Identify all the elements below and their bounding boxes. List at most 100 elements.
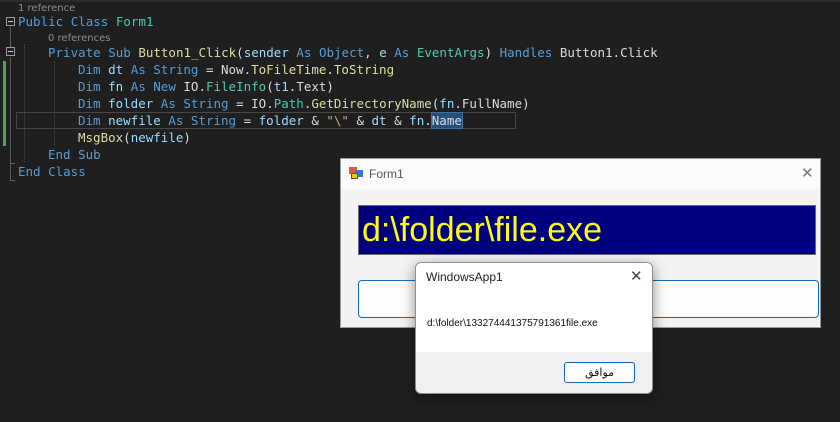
token: IO bbox=[183, 79, 199, 94]
token: ) bbox=[484, 45, 500, 60]
token: Dim bbox=[78, 79, 109, 94]
token: Button1_Click bbox=[138, 45, 237, 60]
token: folder bbox=[258, 113, 304, 128]
token: fn bbox=[439, 96, 455, 111]
token: ( bbox=[236, 45, 244, 60]
token: Handles bbox=[499, 45, 560, 60]
close-icon[interactable]: ✕ bbox=[801, 166, 814, 181]
token: . bbox=[243, 62, 252, 77]
token: GetDirectoryName bbox=[311, 96, 432, 111]
token: Public bbox=[18, 14, 71, 29]
token: ) bbox=[326, 79, 334, 94]
token: & bbox=[348, 113, 372, 128]
token: dt bbox=[371, 113, 387, 128]
token: Dim bbox=[78, 96, 109, 111]
token: As bbox=[168, 113, 191, 128]
message-box-body: d:\folder\133274441375791361file.exe bbox=[416, 292, 652, 352]
fold-line-class bbox=[10, 27, 11, 47]
fold-toggle-class[interactable] bbox=[6, 17, 15, 26]
token: Dim bbox=[78, 113, 109, 128]
token: Form1 bbox=[115, 14, 154, 29]
token: dt bbox=[108, 62, 131, 77]
token: Sub bbox=[108, 45, 139, 60]
token: e bbox=[379, 45, 395, 60]
token: . bbox=[198, 79, 206, 94]
token: Class bbox=[70, 14, 116, 29]
token: . bbox=[424, 113, 432, 128]
token: As bbox=[296, 45, 319, 60]
message-box-titlebar[interactable]: WindowsApp1 ✕ bbox=[416, 263, 652, 292]
code-line-2[interactable]: Private Sub Button1_Click(sender As Obje… bbox=[48, 44, 658, 61]
token: EventArgs bbox=[416, 45, 485, 60]
token: MsgBox bbox=[78, 130, 124, 145]
form1-title: Form1 bbox=[369, 167, 404, 181]
code-line-9[interactable]: End Class bbox=[18, 163, 86, 180]
token: Text bbox=[296, 79, 327, 94]
token: ) bbox=[522, 96, 530, 111]
change-indicator bbox=[3, 61, 6, 146]
code-line-3[interactable]: Dim dt As String = Now.ToFileTime.ToStri… bbox=[78, 61, 394, 78]
token: newfile bbox=[108, 113, 169, 128]
fold-toggle-sub[interactable] bbox=[6, 47, 15, 56]
token: Sub bbox=[78, 147, 101, 162]
codelens-sub-references[interactable]: 0 references bbox=[48, 33, 111, 44]
token: ToFileTime bbox=[251, 62, 327, 77]
selected-token: Name bbox=[430, 112, 463, 129]
token: New bbox=[153, 79, 184, 94]
close-icon[interactable]: ✕ bbox=[630, 269, 643, 284]
token: Path bbox=[273, 96, 304, 111]
token: . bbox=[266, 96, 274, 111]
code-line-8[interactable]: End Sub bbox=[48, 146, 101, 163]
indent-guide-2 bbox=[54, 61, 55, 145]
form1-titlebar[interactable]: Form1 ✕ bbox=[341, 159, 820, 189]
token: As bbox=[130, 79, 154, 94]
token: & bbox=[303, 113, 327, 128]
token: End bbox=[48, 147, 79, 162]
token: ( bbox=[123, 130, 131, 145]
token: ToString bbox=[333, 62, 395, 77]
code-line-4[interactable]: Dim fn As New IO.FileInfo(t1.Text) bbox=[78, 78, 334, 95]
token: IO bbox=[251, 96, 267, 111]
token: newfile bbox=[130, 130, 184, 145]
message-text: d:\folder\133274441375791361file.exe bbox=[427, 318, 598, 329]
token: . bbox=[326, 62, 334, 77]
token: = bbox=[198, 62, 221, 77]
message-box-title: WindowsApp1 bbox=[426, 270, 503, 284]
code-line-5[interactable]: Dim folder As String = IO.Path.GetDirect… bbox=[78, 95, 530, 112]
token: FullName bbox=[461, 96, 523, 111]
token: As bbox=[130, 62, 154, 77]
token: & bbox=[386, 113, 410, 128]
path-textbox[interactable]: d:\folder\file.exe bbox=[358, 205, 816, 255]
token: String bbox=[190, 113, 237, 128]
token: fn bbox=[108, 79, 131, 94]
token: Private bbox=[48, 45, 109, 60]
token: fn bbox=[409, 113, 425, 128]
token: folder bbox=[108, 96, 161, 111]
token: , bbox=[364, 45, 380, 60]
code-line-7[interactable]: MsgBox(newfile) bbox=[78, 129, 191, 146]
editor-top-border bbox=[0, 0, 840, 2]
message-box-dialog[interactable]: WindowsApp1 ✕ d:\folder\1332744413757913… bbox=[415, 262, 653, 394]
code-line-1[interactable]: Public Class Form1 bbox=[18, 13, 153, 30]
winforms-app-icon bbox=[349, 167, 363, 180]
code-line-6[interactable]: Dim newfile As String = folder & "\" & d… bbox=[78, 112, 463, 129]
token: ( bbox=[266, 79, 274, 94]
token: String bbox=[183, 96, 229, 111]
token: "\" bbox=[326, 113, 349, 128]
token: = bbox=[228, 96, 252, 111]
token: ) bbox=[183, 130, 191, 145]
token: As bbox=[394, 45, 417, 60]
token: . bbox=[612, 45, 621, 60]
token: . bbox=[454, 96, 462, 111]
fold-line-class-tail bbox=[10, 163, 11, 181]
token: As bbox=[160, 96, 184, 111]
token: String bbox=[153, 62, 199, 77]
token: Button1 bbox=[559, 45, 613, 60]
token: sender bbox=[243, 45, 297, 60]
ok-button[interactable]: موافق bbox=[564, 362, 635, 383]
token: Click bbox=[620, 45, 658, 60]
token: Dim bbox=[78, 62, 109, 77]
indent-guide-1 bbox=[24, 44, 25, 162]
fold-line-sub bbox=[10, 57, 11, 163]
token: Object bbox=[318, 45, 365, 60]
